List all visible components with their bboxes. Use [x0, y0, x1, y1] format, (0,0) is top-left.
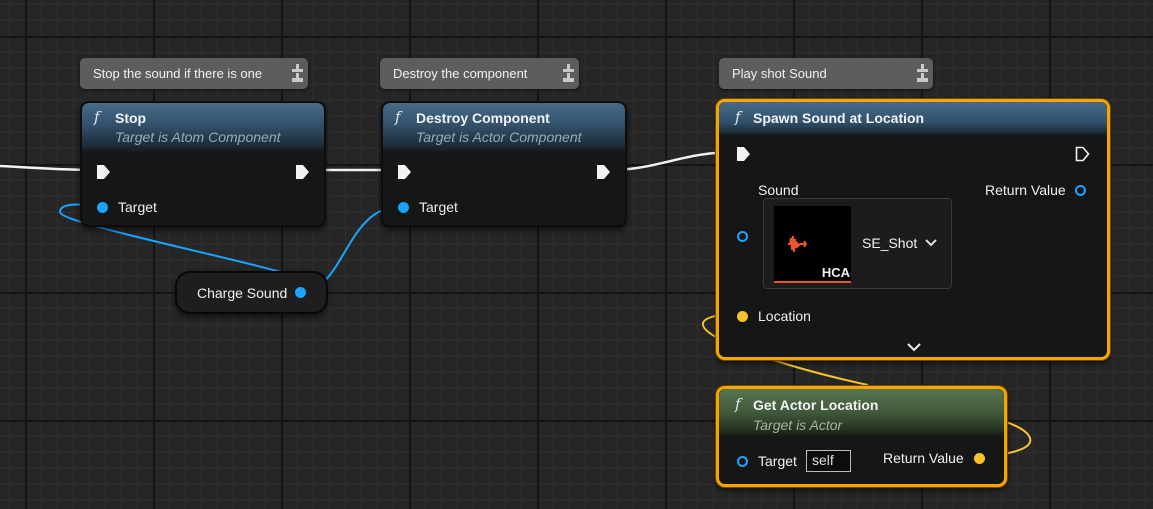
spawn-node-title: Spawn Sound at Location: [753, 110, 925, 126]
target-pin[interactable]: [97, 202, 108, 213]
sound-label: Sound: [758, 182, 799, 198]
stop-target-label: Target: [118, 199, 157, 215]
spawn-sound-node[interactable]: f Spawn Sound at Location Sound Return V…: [716, 99, 1110, 360]
target-pin[interactable]: [737, 456, 748, 467]
exec-pin-icon[interactable]: [1075, 146, 1090, 162]
pin-icon[interactable]: [563, 64, 574, 82]
comment-stop[interactable]: Stop the sound if there is one: [80, 58, 308, 89]
comment-destroy[interactable]: Destroy the component: [380, 58, 579, 89]
stop-node-subtitle: Target is Atom Component: [115, 129, 281, 145]
sound-pin[interactable]: [737, 231, 748, 242]
get-location-target-label: Target: [758, 453, 797, 469]
exec-pin-icon[interactable]: [596, 164, 611, 180]
location-pin[interactable]: [737, 311, 748, 322]
asset-name: SE_Shot: [862, 235, 918, 251]
asset-type-label: HCA: [821, 265, 850, 280]
destroy-target-label: Target: [419, 199, 458, 215]
return-value-pin[interactable]: [974, 453, 985, 464]
destroy-component-node[interactable]: f Destroy Component Target is Actor Comp…: [381, 101, 627, 227]
exec-pin-icon[interactable]: [397, 164, 412, 180]
comment-play[interactable]: Play shot Sound: [719, 58, 933, 89]
pin-icon[interactable]: [292, 64, 303, 82]
function-icon: f: [735, 395, 741, 413]
get-location-title: Get Actor Location: [753, 397, 879, 413]
get-location-return-label: Return Value: [883, 450, 964, 466]
variable-output-pin[interactable]: [295, 287, 306, 298]
destroy-node-subtitle: Target is Actor Component: [416, 129, 582, 145]
exec-pin-icon[interactable]: [96, 164, 111, 180]
pin-icon[interactable]: [917, 64, 928, 82]
asset-type-bar: [774, 281, 851, 283]
get-actor-location-node[interactable]: f Get Actor Location Target is Actor Tar…: [716, 386, 1007, 487]
return-value-pin[interactable]: [1075, 185, 1086, 196]
get-location-subtitle: Target is Actor: [753, 417, 843, 433]
charge-sound-variable-node[interactable]: Charge Sound: [175, 271, 328, 314]
comment-stop-text: Stop the sound if there is one: [93, 66, 263, 81]
sound-asset-picker[interactable]: HCA SE_Shot: [763, 198, 952, 289]
spawn-return-label: Return Value: [985, 182, 1066, 198]
destroy-node-title: Destroy Component: [416, 110, 550, 126]
function-icon: f: [94, 108, 100, 126]
sound-asset-thumbnail: HCA: [774, 206, 851, 283]
target-self-field[interactable]: self: [806, 450, 851, 472]
function-icon: f: [735, 108, 741, 126]
comment-play-text: Play shot Sound: [732, 66, 827, 81]
function-icon: f: [395, 108, 401, 126]
stop-node[interactable]: f Stop Target is Atom Component Target: [80, 101, 326, 227]
location-label: Location: [758, 308, 811, 324]
exec-pin-icon[interactable]: [736, 146, 751, 162]
expand-arrow-icon[interactable]: [907, 343, 921, 352]
comment-destroy-text: Destroy the component: [393, 66, 528, 81]
target-pin[interactable]: [398, 202, 409, 213]
stop-node-title: Stop: [115, 110, 147, 126]
exec-pin-icon[interactable]: [295, 164, 310, 180]
variable-name: Charge Sound: [197, 285, 288, 301]
chevron-down-icon[interactable]: [925, 239, 937, 247]
